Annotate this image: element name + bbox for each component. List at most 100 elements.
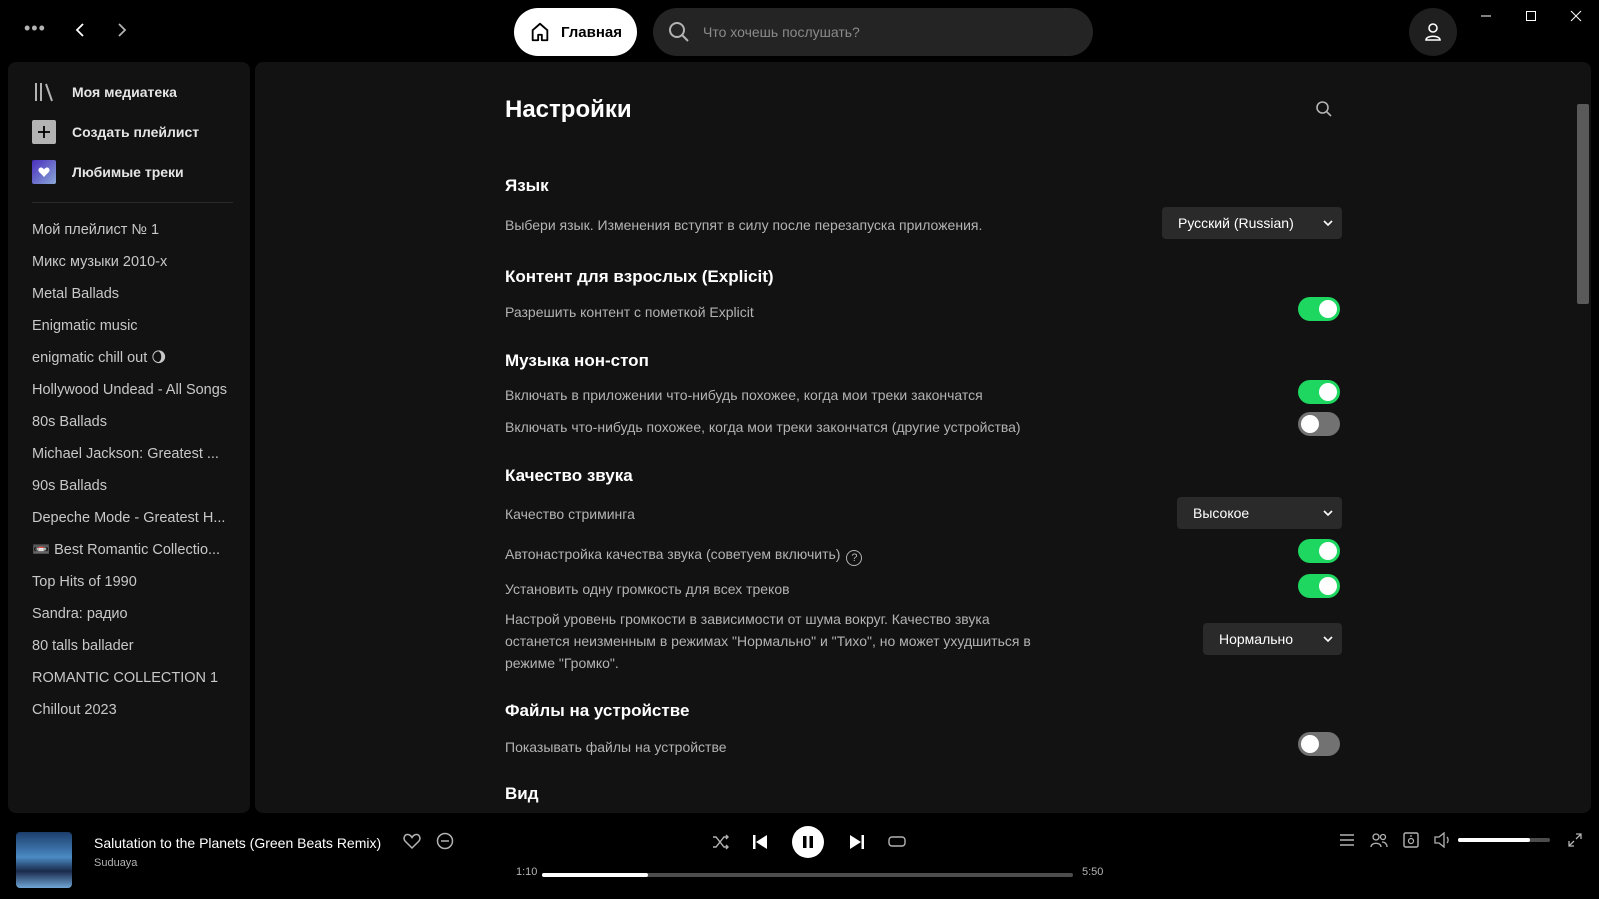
audio-quality-section-title: Качество звука — [505, 466, 633, 485]
library-icon — [32, 80, 56, 104]
auto-adjust-toggle[interactable] — [1298, 539, 1340, 563]
volume-level-select[interactable]: Нормально — [1203, 623, 1342, 655]
progress-fill — [542, 873, 649, 877]
chevron-down-icon — [1323, 510, 1333, 517]
show-local-files-toggle[interactable] — [1298, 732, 1340, 756]
playlist-item[interactable]: 80s Ballads — [32, 406, 242, 438]
explicit-allow-label: Разрешить контент с пометкой Explicit — [505, 304, 754, 320]
settings-search-button[interactable] — [1315, 100, 1339, 124]
playlist-item[interactable]: 80 talls ballader — [32, 630, 242, 662]
like-button[interactable] — [402, 831, 422, 851]
minimize-icon — [1481, 15, 1491, 17]
minus-circle-icon — [436, 832, 454, 850]
heart-icon — [403, 833, 421, 850]
search-icon — [1316, 101, 1332, 117]
language-description: Выбери язык. Изменения вступят в силу по… — [505, 217, 983, 233]
help-icon[interactable]: ? — [846, 550, 863, 566]
search-input[interactable] — [703, 24, 1063, 40]
playlist-item[interactable]: Top Hits of 1990 — [32, 566, 242, 598]
mute-button[interactable] — [1432, 829, 1454, 851]
playlist-item[interactable]: enigmatic chill out 🌖 — [32, 342, 242, 374]
sidebar: Моя медиатека Создать плейлист Любимые т… — [8, 62, 250, 813]
liked-songs-button[interactable]: Любимые треки — [32, 160, 184, 184]
chevron-down-icon — [1323, 220, 1333, 227]
pause-icon — [803, 836, 813, 848]
normalize-volume-label: Установить одну громкость для всех треко… — [505, 581, 790, 597]
progress-bar[interactable] — [542, 873, 1073, 877]
back-button[interactable] — [66, 16, 94, 44]
playlist-item[interactable]: Michael Jackson: Greatest ... — [32, 438, 242, 470]
queue-button[interactable] — [1336, 829, 1358, 851]
hide-song-button[interactable] — [435, 831, 455, 851]
playlist-item[interactable]: 90s Ballads — [32, 470, 242, 502]
close-window-button[interactable] — [1553, 4, 1599, 28]
playlist-item[interactable]: Микс музыки 2010-х — [32, 246, 242, 278]
auto-adjust-label: Автонастройка качества звука (советуем в… — [505, 546, 841, 562]
playlist-item[interactable]: Enigmatic music — [32, 310, 242, 342]
page-title: Настройки — [505, 96, 632, 123]
maximize-button[interactable] — [1508, 4, 1554, 28]
playlist-item[interactable]: Metal Ballads — [32, 278, 242, 310]
skip-forward-icon — [850, 835, 864, 849]
playlist-item[interactable]: Sandra: радио — [32, 598, 242, 630]
playlist-item[interactable]: Chillout 2023 — [32, 694, 242, 726]
playlist-item[interactable]: Мой плейлист № 1 — [32, 214, 242, 246]
create-playlist-button[interactable]: Создать плейлист — [32, 120, 199, 144]
volume-level-description: Настрой уровень громкости в зависимости … — [505, 608, 1065, 674]
playlist-item[interactable]: Depeche Mode - Greatest H... — [32, 502, 242, 534]
playlist-item[interactable]: Hollywood Undead - All Songs — [32, 374, 242, 406]
search-bar[interactable] — [653, 8, 1093, 56]
track-title[interactable]: Salutation to the Planets (Green Beats R… — [94, 835, 381, 851]
forward-button[interactable] — [108, 16, 136, 44]
shuffle-button[interactable] — [710, 831, 732, 853]
total-duration: 5:50 — [1082, 866, 1104, 878]
volume-level-value: Нормально — [1219, 631, 1294, 647]
next-button[interactable] — [846, 831, 868, 853]
autoplay-this-device-toggle[interactable] — [1298, 380, 1340, 404]
minimize-button[interactable] — [1463, 4, 1509, 28]
home-button[interactable]: Главная — [514, 8, 637, 56]
language-select[interactable]: Русский (Russian) — [1162, 207, 1342, 239]
volume-level-line: Настрой уровень громкости в зависимости … — [505, 611, 990, 627]
heart-icon — [32, 160, 56, 184]
volume-slider[interactable] — [1458, 838, 1550, 842]
more-dots-icon[interactable]: ••• — [24, 18, 46, 39]
album-cover[interactable] — [16, 832, 72, 888]
friends-icon — [1370, 833, 1388, 848]
search-icon — [669, 22, 689, 42]
shuffle-icon — [713, 834, 729, 850]
fullscreen-button[interactable] — [1564, 829, 1586, 851]
explicit-section-title: Контент для взрослых (Explicit) — [505, 267, 774, 286]
streaming-quality-select[interactable]: Высокое — [1177, 497, 1342, 529]
track-artist[interactable]: Suduaya — [94, 857, 137, 869]
friend-activity-button[interactable] — [1368, 829, 1390, 851]
close-icon — [1570, 10, 1582, 22]
play-pause-button[interactable] — [792, 826, 824, 858]
repeat-button[interactable] — [886, 831, 908, 853]
device-icon — [1403, 832, 1419, 848]
top-bar: ••• Главная — [0, 0, 1599, 62]
fullscreen-icon — [1568, 833, 1582, 847]
explicit-toggle[interactable] — [1298, 297, 1340, 321]
volume-level-line: останется неизменным в режимах "Нормальн… — [505, 633, 1031, 649]
library-label: Моя медиатека — [72, 84, 177, 100]
connect-device-button[interactable] — [1400, 829, 1422, 851]
main-scrollbar[interactable] — [1577, 104, 1589, 304]
volume-fill — [1458, 838, 1530, 842]
plus-icon — [32, 120, 56, 144]
queue-icon — [1340, 834, 1354, 846]
autoplay-other-devices-toggle[interactable] — [1298, 412, 1340, 436]
library-button[interactable]: Моя медиатека — [32, 80, 177, 104]
chevron-down-icon — [1323, 636, 1333, 643]
profile-button[interactable] — [1409, 8, 1457, 56]
elapsed-time: 1:10 — [516, 866, 538, 878]
language-select-value: Русский (Russian) — [1178, 215, 1294, 231]
display-section-title: Вид — [505, 784, 539, 803]
previous-button[interactable] — [749, 831, 771, 853]
language-section-title: Язык — [505, 176, 549, 195]
autoplay-this-device-label: Включать в приложении что-нибудь похожее… — [505, 387, 983, 403]
playlist-item[interactable]: 📼 Best Romantic Collectio... — [32, 534, 242, 566]
normalize-volume-toggle[interactable] — [1298, 574, 1340, 598]
playlist-item[interactable]: ROMANTIC COLLECTION 1 — [32, 662, 242, 694]
chevron-right-icon — [118, 23, 127, 37]
